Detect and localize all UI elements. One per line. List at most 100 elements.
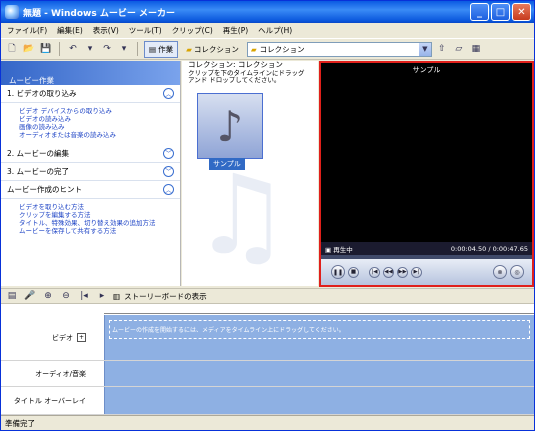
- video-track[interactable]: ムービーの作成を開始するには、メディアをタイムライン上にドラッグしてください。: [104, 315, 534, 360]
- toolbar-divider: [59, 42, 60, 56]
- collection-hint: クリップを下のタイムラインにドラッグ アンド ドロップしてください。: [188, 69, 305, 84]
- chevron-up-icon[interactable]: ︿: [163, 184, 174, 195]
- section-finish-movie[interactable]: 3. ムービーの完了 ﹀: [1, 163, 180, 181]
- narrate-icon[interactable]: 🎤: [23, 289, 37, 303]
- section-title: 2. ムービーの編集: [7, 149, 70, 158]
- menu-edit[interactable]: 編集(E): [57, 25, 83, 36]
- menu-clip[interactable]: クリップ(C): [172, 25, 213, 36]
- storyboard-toggle[interactable]: ストーリーボードの表示: [124, 291, 207, 302]
- zoom-in-icon[interactable]: ⊕: [41, 289, 55, 303]
- tasks-icon: ▤: [149, 44, 157, 54]
- timeline-settings-icon[interactable]: ▤: [5, 289, 19, 303]
- status-bar: 準備完了: [1, 415, 534, 430]
- undo-dropdown-icon[interactable]: ▾: [83, 42, 97, 56]
- music-note-icon: ♪: [216, 101, 244, 151]
- collection-dropdown[interactable]: ▰ コレクション ▼: [246, 41, 432, 57]
- chevron-down-icon[interactable]: ﹀: [163, 148, 174, 159]
- rewind-timeline-icon[interactable]: |◂: [77, 289, 91, 303]
- maximize-button[interactable]: □: [491, 3, 510, 21]
- clip-thumbnail[interactable]: ♪: [197, 93, 263, 159]
- link-import-pictures[interactable]: 画像の読み込み: [19, 123, 180, 131]
- toolbar-divider: [137, 42, 138, 56]
- section-edit-movie[interactable]: 2. ムービーの編集 ﹀: [1, 145, 180, 163]
- section-title: 3. ムービーの完了: [7, 167, 70, 176]
- capture-links: ビデオ デバイスからの取り込み ビデオの読み込み 画像の読み込み オーディオまた…: [1, 103, 180, 145]
- row-label-title-overlay: タイトル オーバーレイ: [13, 396, 86, 405]
- chevron-down-icon[interactable]: ▼: [418, 42, 431, 56]
- section-title: ムービー作成のヒント: [7, 185, 82, 194]
- status-text: 準備完了: [5, 419, 35, 428]
- save-project-icon[interactable]: 💾: [39, 42, 53, 56]
- menu-bar: ファイル(F) 編集(E) 表示(V) ツール(T) クリップ(C) 再生(P)…: [1, 23, 534, 39]
- new-project-icon[interactable]: 🗋: [5, 42, 19, 56]
- time-ruler[interactable]: [104, 304, 534, 314]
- menu-view[interactable]: 表示(V): [93, 25, 119, 36]
- new-folder-icon[interactable]: ▱: [452, 42, 466, 56]
- play-state: 再生中: [333, 245, 353, 254]
- window-title: 無題 - Windows ムービー メーカー: [23, 8, 175, 19]
- link-capture-from-device[interactable]: ビデオ デバイスからの取り込み: [19, 107, 180, 115]
- redo-icon[interactable]: ↷: [100, 42, 114, 56]
- rewind-button[interactable]: |◀: [369, 266, 380, 278]
- collections-button[interactable]: ▰ コレクション: [181, 41, 244, 58]
- up-folder-icon[interactable]: ⇧: [435, 42, 449, 56]
- tasks-label: 作業: [158, 44, 174, 54]
- link-import-audio[interactable]: オーディオまたは音楽の読み込み: [19, 131, 180, 139]
- link-import-video[interactable]: ビデオの読み込み: [19, 115, 180, 123]
- play-timeline-icon[interactable]: ▸: [95, 289, 109, 303]
- title-bar: 無題 - Windows ムービー メーカー _ □ ✕: [1, 1, 534, 23]
- timeline-row-video: ビデオ + ムービーの作成を開始するには、メディアをタイムライン上にドラッグしてく…: [1, 315, 534, 361]
- pause-button[interactable]: ❚❚: [331, 265, 345, 279]
- collections-label: コレクション: [193, 44, 239, 54]
- link-how-add-effects[interactable]: タイトル、特殊効果、切り替え効果の追加方法: [19, 219, 180, 227]
- movie-tasks-pane: ムービー作業 1. ビデオの取り込み ︿ ビデオ デバイスからの取り込み ビデオ…: [1, 61, 181, 286]
- task-pane-title: ムービー作業: [1, 61, 180, 85]
- minimize-button[interactable]: _: [470, 3, 489, 21]
- collection-pane: ♫ コレクション: コレクション クリップを下のタイムラインにドラッグ アンド …: [182, 61, 318, 286]
- expand-icon[interactable]: +: [76, 333, 86, 342]
- clip-label[interactable]: サンプル: [209, 158, 245, 170]
- redo-dropdown-icon[interactable]: ▾: [117, 42, 131, 56]
- status-icon: ▣: [325, 245, 332, 254]
- chevron-down-icon[interactable]: ﹀: [163, 166, 174, 177]
- timeline-hint: ムービーの作成を開始するには、メディアをタイムライン上にドラッグしてください。: [109, 320, 530, 339]
- previous-frame-button[interactable]: ◀◀: [383, 266, 394, 278]
- timeline-row-title-overlay: タイトル オーバーレイ: [1, 387, 534, 415]
- row-label-video: ビデオ: [51, 333, 73, 342]
- forward-button[interactable]: ▶|: [411, 266, 422, 278]
- undo-icon[interactable]: ↶: [66, 42, 80, 56]
- stop-button[interactable]: ■: [348, 266, 359, 278]
- title-overlay-track[interactable]: [104, 387, 534, 414]
- folder-icon: ▰: [186, 44, 192, 54]
- music-note-watermark: ♫: [192, 151, 291, 279]
- section-movie-tips[interactable]: ムービー作成のヒント ︿: [1, 181, 180, 199]
- time-readout: 0:00:04.50 / 0:00:47.65: [450, 244, 528, 253]
- link-how-edit[interactable]: クリップを編集する方法: [19, 211, 180, 219]
- snapshot-button[interactable]: ◎: [510, 265, 524, 279]
- app-window: 無題 - Windows ムービー メーカー _ □ ✕ ファイル(F) 編集(…: [0, 0, 535, 431]
- link-how-save-share[interactable]: ムービーを保存して共有する方法: [19, 227, 180, 235]
- close-button[interactable]: ✕: [512, 3, 531, 21]
- storyboard-icon[interactable]: ▥: [113, 292, 120, 301]
- tasks-button[interactable]: ▤ 作業: [144, 40, 179, 58]
- row-label-audio: オーディオ/音楽: [35, 369, 86, 378]
- menu-file[interactable]: ファイル(F): [7, 25, 47, 36]
- chevron-up-icon[interactable]: ︿: [163, 88, 174, 99]
- menu-tools[interactable]: ツール(T): [129, 25, 162, 36]
- open-project-icon[interactable]: 📂: [22, 42, 36, 56]
- link-how-capture[interactable]: ビデオを取り込む方法: [19, 203, 180, 211]
- movie-maker-icon: [5, 5, 19, 19]
- timeline: ビデオ + ムービーの作成を開始するには、メディアをタイムライン上にドラッグしてく…: [1, 304, 534, 415]
- menu-help[interactable]: ヘルプ(H): [258, 25, 292, 36]
- next-frame-button[interactable]: ▶▶: [397, 266, 408, 278]
- preview-screen: [321, 76, 532, 242]
- section-capture-video[interactable]: 1. ビデオの取り込み ︿: [1, 85, 180, 103]
- split-clip-button[interactable]: ⊗: [493, 265, 507, 279]
- audio-track[interactable]: [104, 361, 534, 386]
- preview-title: サンプル: [321, 63, 532, 76]
- timeline-toolbar: ▤ 🎤 ⊕ ⊖ |◂ ▸ ▥ ストーリーボードの表示: [1, 288, 534, 304]
- playback-controls: ❚❚ ■ |◀ ◀◀ ▶▶ ▶| ⊗ ◎: [321, 259, 532, 285]
- zoom-out-icon[interactable]: ⊖: [59, 289, 73, 303]
- views-icon[interactable]: ▦: [469, 42, 483, 56]
- menu-play[interactable]: 再生(P): [223, 25, 248, 36]
